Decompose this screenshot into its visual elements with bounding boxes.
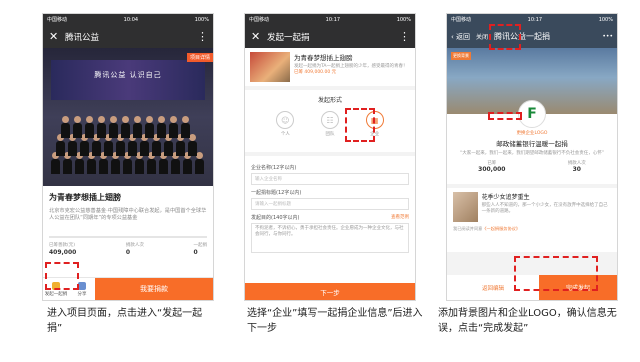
company-name-label: 企业名称(12字以内) bbox=[251, 165, 297, 171]
stat-donors: 捐款人次 30 bbox=[567, 161, 586, 173]
project-thumbnail bbox=[453, 192, 478, 222]
person-figure bbox=[85, 116, 94, 138]
donate-button[interactable]: 我要捐款 bbox=[95, 278, 213, 300]
card-title: 为青春梦想插上翅膀 bbox=[294, 54, 353, 62]
stat-raised: 已筹 300,000 bbox=[478, 161, 506, 173]
project-description: 北京市克宏公益慈善基金·中国残障中心联合发起，是中国首个全球华人公益在团队“同期… bbox=[49, 208, 207, 221]
close-link[interactable]: 关闭 bbox=[476, 32, 488, 41]
intro-label: 发起目的(140字以内) bbox=[251, 215, 300, 221]
caption-step3: 添加背景图片和企业LOGO，确认信息无误，点击“完成发起” bbox=[438, 308, 617, 334]
highlight-start-together bbox=[45, 262, 79, 290]
status-bar: 中国移动 10:17 100% bbox=[245, 14, 415, 25]
photo-banner-text: 腾讯公益 认识自己 bbox=[94, 71, 162, 79]
more-icon[interactable]: ⋮ bbox=[197, 31, 208, 42]
person-figure bbox=[133, 116, 142, 138]
project-thumbnail bbox=[250, 52, 290, 82]
option-personal[interactable]: ☺ 个人 bbox=[276, 111, 295, 137]
phone-screen-initiate: 中国移动 10:17 100% ✕ 发起一起捐 ⋮ 为青春梦想插上翅膀 发起一起… bbox=[245, 14, 415, 300]
background-image[interactable]: 更换背景 F bbox=[447, 48, 617, 128]
carrier-label: 中国移动 bbox=[47, 17, 68, 23]
person-figure bbox=[73, 116, 82, 138]
card-amount: 已筹 409,000.00 元 bbox=[294, 70, 337, 75]
option-team[interactable]: ☷ 团队 bbox=[320, 111, 339, 137]
highlight-finish-button bbox=[514, 256, 598, 291]
person-figure bbox=[61, 116, 70, 138]
card-description: 那些人人不知道的，那一个小少女，在没有放弃中选择给了自己一条新的道路。 bbox=[481, 203, 608, 214]
stat-teams: 一起捐 0 bbox=[193, 243, 207, 256]
battery-label: 100% bbox=[598, 16, 613, 23]
company-logo[interactable]: F bbox=[518, 100, 546, 128]
time-label: 10:04 bbox=[123, 16, 139, 23]
caption-step2: 选择“企业”填写一起捐企业信息”后进入下一步 bbox=[247, 308, 423, 334]
battery-label: 100% bbox=[194, 16, 209, 23]
status-bar: 中国移动 10:04 100% bbox=[43, 14, 213, 25]
intro-textarea[interactable]: 不拘泥者，不诉初心，勇于承担社会责任。企业愿成为一种企业文化，与社会同行，与你同… bbox=[251, 223, 409, 253]
title-bar: ‹ 返回 关闭 腾讯公益一起捐 ••• bbox=[447, 25, 617, 48]
carrier-label: 中国移动 bbox=[249, 17, 270, 23]
carrier-label: 中国移动 bbox=[451, 17, 472, 23]
person-figure bbox=[97, 116, 106, 138]
photo-banner-backdrop bbox=[51, 60, 205, 100]
battery-label: 100% bbox=[396, 16, 411, 23]
progress-bar bbox=[49, 236, 207, 238]
page-title: 发起一起捐 bbox=[267, 32, 310, 43]
project-title: 为青春梦想插上翅膀 bbox=[49, 193, 121, 202]
campaign-quote: “大家一起来，我们一起来，我们期望邮政储蓄银行不负社会责任，心怀” bbox=[459, 151, 605, 156]
highlight-background bbox=[489, 24, 521, 50]
person-figure bbox=[121, 116, 130, 138]
next-step-button[interactable]: 下一步 bbox=[245, 283, 415, 300]
company-form: 企业名称(12字以内) 输入企业名称 一起捐标题(12字以内) 请输入一起捐标题… bbox=[245, 156, 415, 285]
title-bar: ✕ 发起一起捐 ⋮ bbox=[245, 25, 415, 48]
agreement-link[interactable]: 《一起捐服务协议》 bbox=[482, 226, 520, 231]
page-title: 腾讯公益 bbox=[65, 32, 100, 43]
title-bar: ✕ 腾讯公益 ⋮ bbox=[43, 25, 213, 48]
team-icon: ☷ bbox=[320, 111, 339, 129]
status-bar: 中国移动 10:17 100% bbox=[447, 14, 617, 25]
example-link[interactable]: 查看范例 bbox=[391, 214, 409, 221]
stat-raised: 已筹善款(元) 409,000 bbox=[49, 243, 77, 256]
campaign-name: 邮政储蓄银行温暖一起捐 bbox=[496, 140, 568, 148]
time-label: 10:17 bbox=[325, 16, 341, 23]
project-photo: 腾讯公益 认识自己 项目详情 bbox=[43, 48, 213, 186]
initiate-type-section: 发起形式 ☺ 个人 ☷ 团队 ▦ 企业 bbox=[245, 90, 415, 152]
project-stats: 已筹善款(元) 409,000 捐款人次 0 一起捐 0 bbox=[49, 242, 207, 256]
change-background-tag[interactable]: 更换背景 bbox=[451, 52, 471, 60]
campaign-stats: 已筹 300,000 捐款人次 30 bbox=[447, 160, 617, 173]
highlight-company-option bbox=[345, 108, 375, 142]
phone-screen-project: 中国移动 10:04 100% ✕ 腾讯公益 ⋮ 腾讯公益 认识自己 项目详情 … bbox=[43, 14, 213, 300]
stat-donors: 捐款人次 0 bbox=[125, 243, 144, 256]
section-title: 发起形式 bbox=[317, 97, 342, 104]
type-options: ☺ 个人 ☷ 团队 ▦ 企业 bbox=[245, 111, 415, 137]
person-figure bbox=[157, 116, 166, 138]
photo-tag: 项目详情 bbox=[186, 53, 213, 62]
person-figure bbox=[109, 116, 118, 138]
person-figure bbox=[169, 116, 178, 138]
share-icon bbox=[78, 281, 86, 290]
agreement-text: 我已阅读并同意《一起捐服务协议》 bbox=[453, 226, 521, 231]
time-label: 10:17 bbox=[527, 16, 543, 23]
close-icon[interactable]: ✕ bbox=[49, 31, 65, 42]
person-figure bbox=[181, 116, 190, 138]
slogan-input[interactable]: 请输入一起捐标题 bbox=[251, 198, 409, 210]
person-figure bbox=[145, 116, 154, 138]
group-photo-crowd bbox=[47, 100, 209, 180]
card-title: 花季少女追梦重生 bbox=[481, 194, 530, 201]
person-icon: ☺ bbox=[276, 111, 295, 129]
tutorial-stage: 中国移动 10:04 100% ✕ 腾讯公益 ⋮ 腾讯公益 认识自己 项目详情 … bbox=[0, 0, 640, 362]
company-name-input[interactable]: 输入企业名称 bbox=[251, 173, 409, 185]
slogan-label: 一起捐标题(12字以内) bbox=[251, 190, 302, 196]
more-icon[interactable]: ••• bbox=[602, 33, 613, 40]
linked-project-card: 花季少女追梦重生 那些人人不知道的，那一个小少女，在没有放弃中选择给了自己一条新… bbox=[447, 188, 617, 252]
more-icon[interactable]: ⋮ bbox=[399, 31, 410, 42]
project-summary-card: 为青春梦想插上翅膀 发起一起捐为TA一起捐上翅膀的少年，感受最得的青春！ 已筹 … bbox=[245, 48, 415, 86]
close-icon[interactable]: ✕ bbox=[251, 31, 267, 42]
change-logo-label[interactable]: 更换企业LOGO bbox=[447, 130, 617, 136]
back-button[interactable]: ‹ 返回 bbox=[451, 32, 470, 42]
highlight-logo-label bbox=[488, 112, 522, 120]
caption-step1: 进入项目页面，点击进入“发起一起捐” bbox=[47, 308, 203, 334]
